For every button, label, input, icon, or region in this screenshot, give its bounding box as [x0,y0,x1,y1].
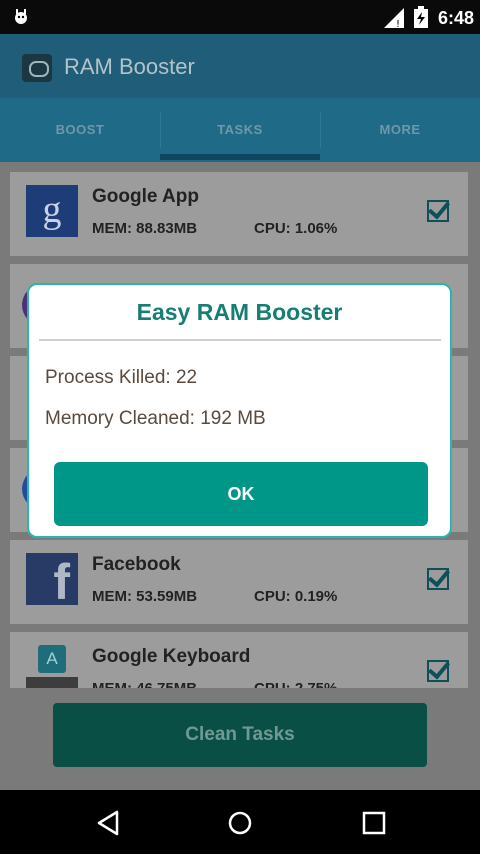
dialog-title: Easy RAM Booster [136,299,343,325]
task-memory: MEM: 53.59MB [92,588,198,605]
task-cpu: CPU: 1.06% [254,220,338,237]
back-icon[interactable] [93,808,123,838]
app-title: RAM Booster [64,54,195,79]
task-cpu: CPU: 0.19% [254,588,338,605]
task-memory: MEM: 88.83MB [92,220,198,237]
task-item-google-keyboard[interactable]: A Google Keyboard MEM: 46.75MB CPU: 2.75… [10,632,468,688]
recent-apps-icon[interactable] [359,808,389,838]
memory-cleaned-text: Memory Cleaned: 192 MB [45,408,266,429]
task-checkbox[interactable] [427,660,449,682]
task-name: Google App [92,186,199,207]
ok-button[interactable]: OK [54,462,428,526]
tab-more[interactable]: MORE [320,98,480,162]
task-name: Google Keyboard [92,646,251,667]
google-keyboard-icon: A [26,645,78,688]
clean-tasks-button[interactable]: Clean Tasks [53,703,427,767]
process-killed-text: Process Killed: 22 [45,367,198,388]
app-logo-icon [22,54,52,82]
app-bar: RAM Booster [0,34,480,98]
navigation-bar [0,790,480,854]
tab-bar: BOOST TASKS MORE [0,98,480,162]
home-icon[interactable] [225,808,255,838]
google-app-icon: g [26,185,78,237]
task-checkbox[interactable] [427,568,449,590]
facebook-icon: f [26,553,78,610]
task-item-google-app[interactable]: g Google App MEM: 88.83MB CPU: 1.06% [10,172,468,256]
status-bar: ! 6:48 [0,0,480,34]
android-notification-icon [15,9,27,24]
task-item-facebook[interactable]: f Facebook MEM: 53.59MB CPU: 0.19% [10,540,468,624]
tab-indicator [160,154,320,160]
tab-divider [320,112,321,148]
battery-charging-icon [414,6,428,28]
signal-icon: ! [384,8,404,28]
dialog-divider [39,339,441,341]
task-name: Facebook [92,554,181,575]
result-dialog: Easy RAM Booster Process Killed: 22 Memo… [27,283,452,538]
svg-text:!: ! [396,19,400,28]
task-checkbox[interactable] [427,200,449,222]
clock: 6:48 [438,8,475,28]
tab-tasks[interactable]: TASKS [160,98,320,162]
tab-boost[interactable]: BOOST [0,98,160,162]
tab-divider [160,112,161,148]
task-memory: MEM: 46.75MB [92,680,197,688]
task-cpu: CPU: 2.75% [254,680,337,688]
